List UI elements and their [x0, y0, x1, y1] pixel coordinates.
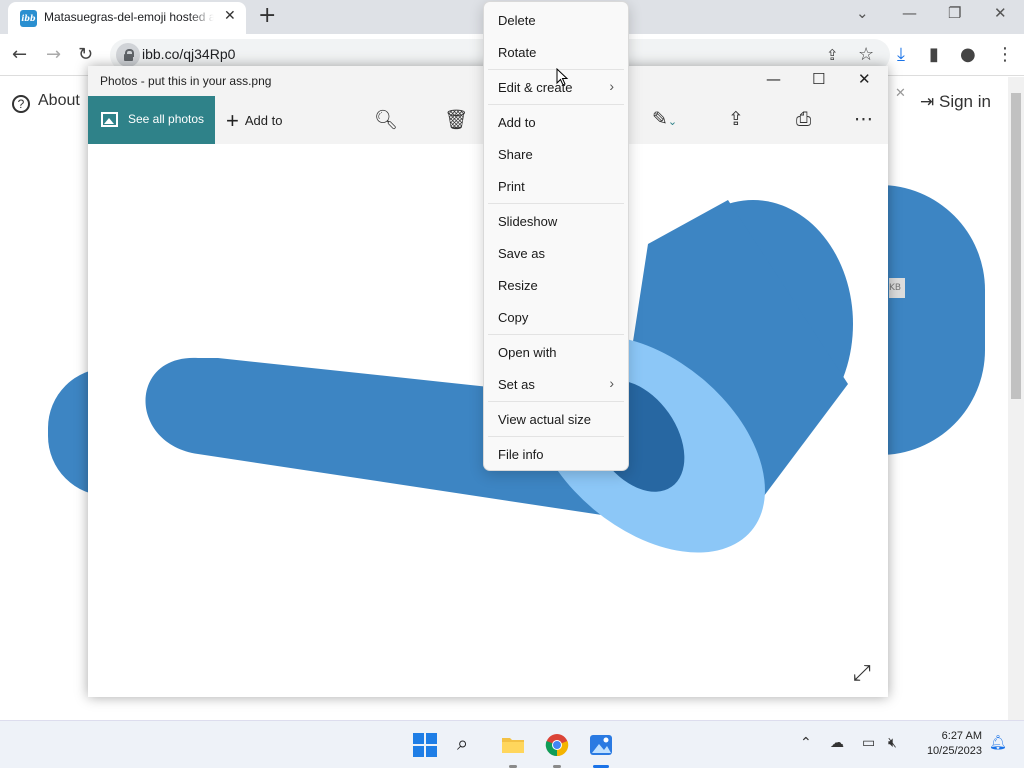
forward-arrow-icon[interactable]: →	[46, 44, 61, 65]
menu-item-print[interactable]: Print	[484, 171, 628, 201]
photos-app-icon[interactable]	[589, 733, 613, 757]
chevron-right-icon: ›	[609, 375, 614, 391]
menu-item-open-with[interactable]: Open with	[484, 337, 628, 367]
reload-icon[interactable]: ↻	[78, 44, 93, 65]
menu-item-label: Save as	[498, 246, 545, 261]
menu-item-view-actual-size[interactable]: View actual size	[484, 404, 628, 434]
more-options-icon[interactable]: ⋯	[854, 108, 873, 130]
sign-in-icon: ⇥	[920, 92, 935, 111]
chrome-icon[interactable]	[545, 733, 569, 757]
background-panel: KB ✕	[886, 76, 914, 660]
share-page-icon[interactable]: ⇪	[826, 46, 839, 64]
menu-separator	[488, 401, 624, 402]
plus-icon: +	[226, 108, 239, 133]
file-explorer-icon[interactable]	[501, 733, 525, 757]
menu-item-label: Rotate	[498, 45, 537, 60]
menu-item-share[interactable]: Share	[484, 139, 628, 169]
question-icon: ?	[12, 95, 30, 113]
side-badge: KB	[889, 278, 905, 298]
menu-separator	[488, 436, 624, 437]
add-to-label: Add to	[244, 113, 283, 128]
menu-item-label: View actual size	[498, 412, 591, 427]
menu-item-add-to[interactable]: Add to	[484, 107, 628, 137]
menu-item-label: Slideshow	[498, 214, 558, 229]
close-icon[interactable]: ✕	[895, 86, 906, 101]
menu-item-label: Set as	[498, 377, 535, 392]
menu-separator	[488, 334, 624, 335]
clock-time[interactable]: 6:27 AM	[912, 730, 982, 742]
see-all-photos-label: See all photos	[128, 112, 205, 126]
mouse-pointer-icon	[556, 68, 569, 86]
windows-taskbar: ⌕ ⌃ ☁ ▭ 🔇︎ 6:27 AM 10/25/2023 🔔︎	[0, 720, 1024, 768]
menu-item-label: File info	[498, 447, 544, 462]
menu-separator	[488, 203, 624, 204]
tab-title: Matasuegras-del-emoji hosted at ImgBB	[44, 10, 214, 24]
profile-avatar-icon[interactable]: ●	[960, 44, 976, 65]
share-icon[interactable]: ⇪	[728, 108, 744, 130]
menu-item-label: Resize	[498, 278, 538, 293]
photos-window-title: Photos - put this in your ass.png	[100, 74, 272, 88]
add-to-button[interactable]: + Add to	[226, 108, 282, 134]
kebab-menu-icon[interactable]: ⋮	[996, 44, 1014, 65]
close-tab-icon[interactable]: ✕	[224, 8, 236, 24]
close-window-icon[interactable]: ✕	[994, 4, 1007, 22]
bookmark-star-icon[interactable]: ☆	[858, 44, 874, 65]
menu-item-set-as[interactable]: Set as ›	[484, 369, 628, 399]
restore-icon[interactable]: ❐	[948, 4, 961, 22]
close-window-icon[interactable]: ✕	[858, 70, 871, 88]
back-arrow-icon[interactable]: ←	[12, 44, 27, 65]
windows-start-icon[interactable]	[413, 733, 437, 757]
minimize-icon[interactable]: —	[902, 4, 917, 22]
menu-item-copy[interactable]: Copy	[484, 302, 628, 332]
notification-bell-icon[interactable]: 🔔︎	[989, 735, 1007, 751]
about-label: About	[38, 92, 80, 109]
lock-icon[interactable]	[116, 43, 140, 67]
url-text[interactable]: ibb.co/qj34Rp0	[142, 46, 235, 62]
menu-item-save-as[interactable]: Save as	[484, 238, 628, 268]
menu-item-delete[interactable]: Delete	[484, 5, 628, 35]
menu-item-label: Print	[498, 179, 525, 194]
sign-in-label: Sign in	[938, 92, 991, 111]
maximize-icon[interactable]: ☐	[812, 70, 825, 88]
delete-trash-icon[interactable]: 🗑︎	[444, 108, 468, 131]
network-icon[interactable]: ▭	[862, 735, 875, 751]
onedrive-icon[interactable]: ☁	[830, 735, 844, 751]
imgbb-favicon-icon: ibb	[20, 10, 37, 27]
see-all-photos-button[interactable]: See all photos	[88, 96, 215, 144]
chevron-right-icon: ›	[609, 78, 614, 94]
chevron-down-icon[interactable]: ⌄	[856, 4, 869, 22]
edit-image-icon[interactable]: ✎⌄	[652, 108, 677, 130]
zoom-in-icon[interactable]: 🔍︎	[374, 108, 398, 131]
download-icon[interactable]: ⤓	[897, 44, 905, 65]
menu-item-label: Add to	[498, 115, 536, 130]
menu-item-slideshow[interactable]: Slideshow	[484, 206, 628, 236]
side-panel-icon[interactable]: ▮	[929, 44, 939, 65]
menu-separator	[488, 104, 624, 105]
about-link[interactable]: ? About	[12, 92, 80, 113]
fullscreen-expand-icon[interactable]: ⤢	[853, 661, 871, 686]
menu-item-resize[interactable]: Resize	[484, 270, 628, 300]
image-icon	[101, 112, 118, 127]
clock-date[interactable]: 10/25/2023	[912, 745, 982, 757]
scrollbar-thumb[interactable]	[1011, 93, 1021, 399]
menu-item-label: Delete	[498, 13, 536, 28]
menu-item-label: Copy	[498, 310, 529, 325]
chevron-up-icon[interactable]: ⌃	[800, 735, 812, 751]
search-icon[interactable]: ⌕	[457, 731, 481, 755]
sign-in-link[interactable]: ⇥ Sign in	[920, 92, 991, 112]
menu-item-rotate[interactable]: Rotate	[484, 37, 628, 67]
menu-item-label: Open with	[498, 345, 557, 360]
minimize-icon[interactable]: —	[766, 70, 781, 88]
menu-item-file-info[interactable]: File info	[484, 439, 628, 469]
browser-tab[interactable]: ibb Matasuegras-del-emoji hosted at ImgB…	[8, 2, 246, 34]
volume-muted-icon[interactable]: 🔇︎	[888, 735, 897, 751]
page-scrollbar[interactable]	[1008, 77, 1024, 720]
menu-item-label: Share	[498, 147, 533, 162]
print-icon[interactable]: ⎙	[796, 108, 811, 130]
new-tab-button[interactable]: +	[258, 3, 276, 28]
